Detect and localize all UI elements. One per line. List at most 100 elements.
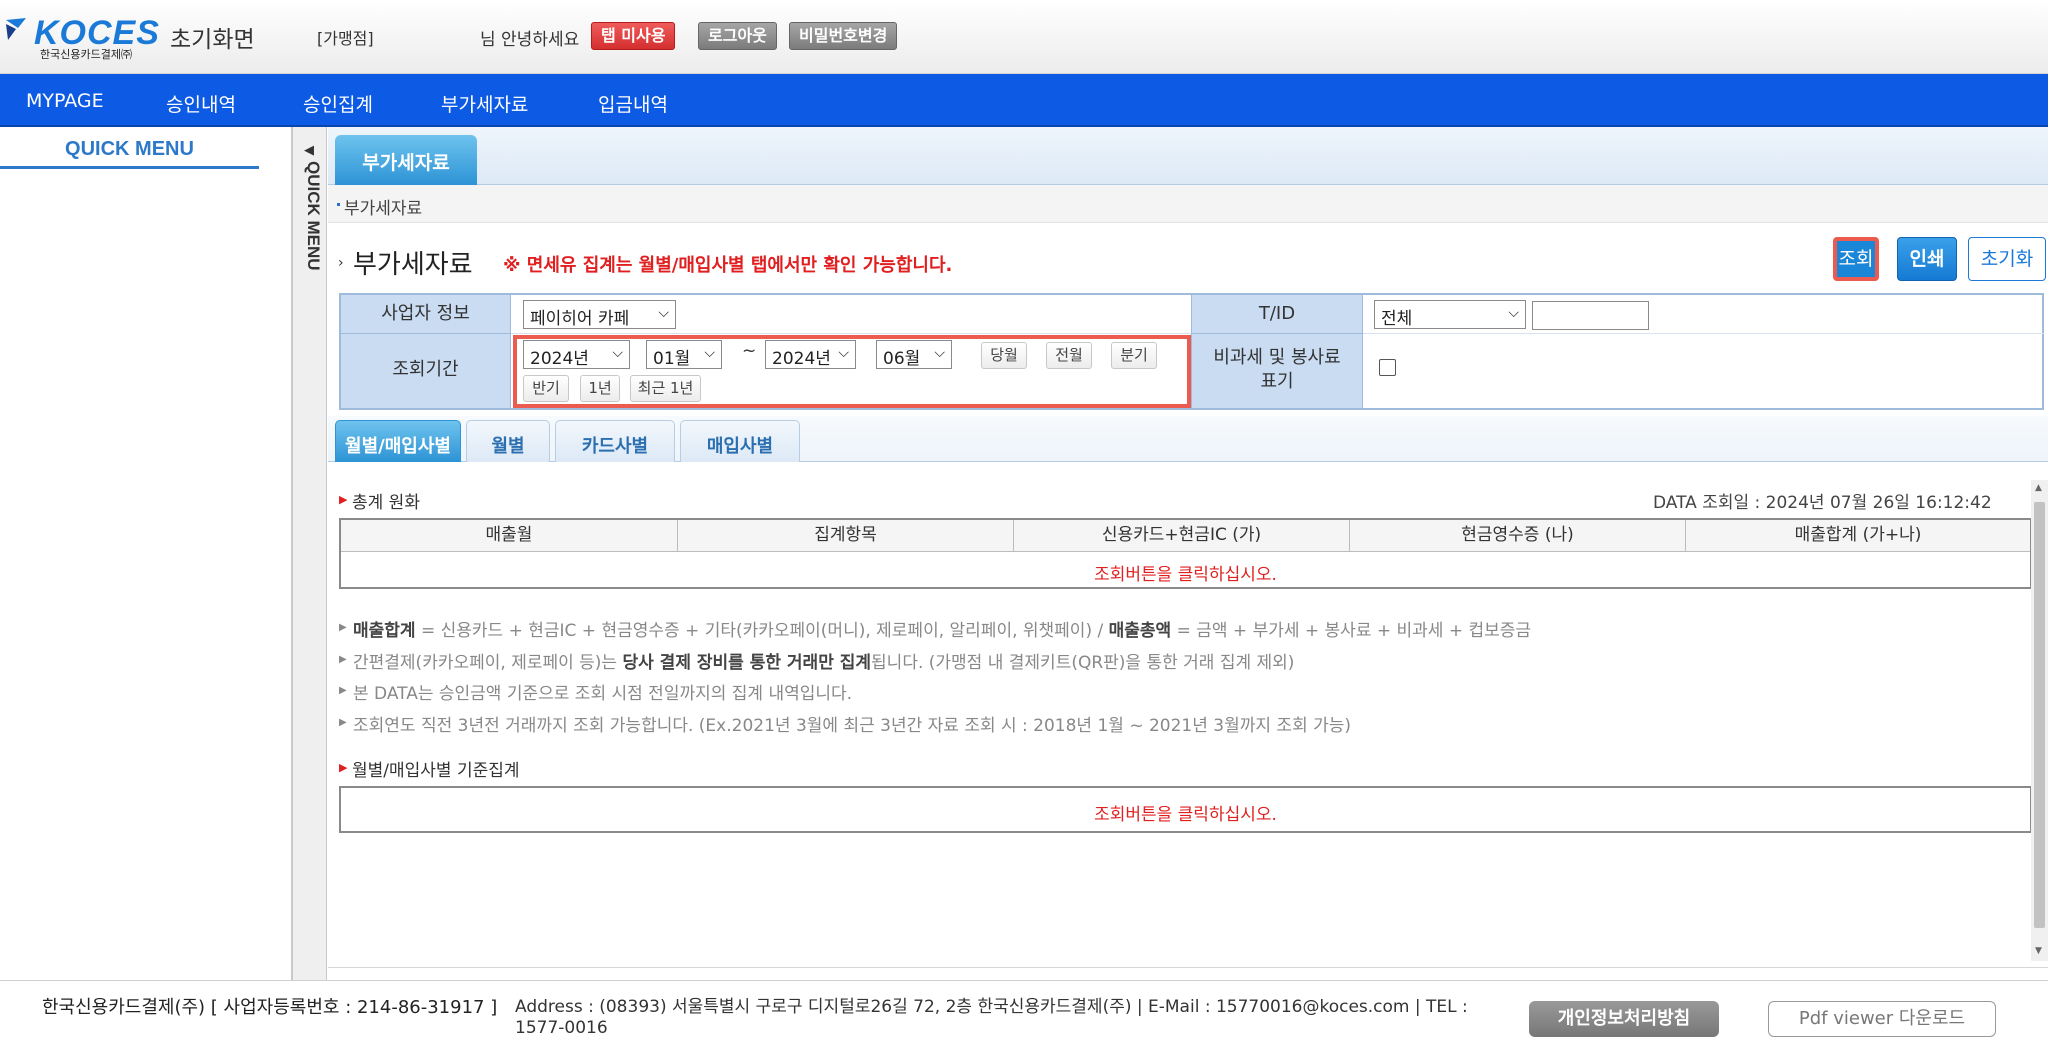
note-bullet-icon: ▶: [339, 717, 347, 728]
pdf-viewer-download-button[interactable]: Pdf viewer 다운로드: [1768, 1001, 1996, 1037]
start-month-value: 01월: [653, 349, 691, 369]
content-scrollbar[interactable]: ▲ ▼: [2031, 480, 2048, 961]
koces-logo-icon: [6, 18, 26, 40]
tab-by-card-company[interactable]: 카드사별: [555, 420, 675, 462]
scroll-down-icon[interactable]: ▼: [2035, 946, 2042, 956]
note-text: = 신용카드 + 현금IC + 현금영수증 + 기타(카카오페이(머니), 제로…: [415, 621, 1109, 641]
period-half-year-button[interactable]: 반기: [523, 375, 569, 402]
note-bullet-icon: ▶: [339, 685, 347, 696]
detail-table: 조회버튼을 클릭하십시오.: [339, 786, 2032, 833]
note-line: 간편결제(카카오페이, 제로페이 등)는 당사 결제 장비를 통한 거래만 집계…: [353, 648, 1294, 673]
tab-vat-data[interactable]: 부가세자료: [335, 135, 477, 185]
tid-select[interactable]: 전체 ⌵: [1374, 300, 1526, 329]
start-year-select[interactable]: 2024년 ⌵: [523, 340, 630, 369]
tax-free-label-line1: 비과세 및 봉사료: [1213, 347, 1341, 368]
nav-mypage[interactable]: MYPAGE: [26, 90, 104, 112]
end-month-select[interactable]: 06월 ⌵: [876, 340, 952, 369]
main-nav: MYPAGE 승인내역 승인집계 부가세자료 입금내역: [0, 74, 2048, 127]
privacy-policy-button[interactable]: 개인정보처리방침: [1529, 1001, 1719, 1037]
footer-address: Address : (08393) 서울특별시 구로구 디지털로26길 72, …: [515, 997, 1468, 1038]
chevron-down-icon: ⌵: [658, 305, 669, 321]
koces-logo[interactable]: KOCES 한국신용카드결제㈜: [4, 12, 164, 61]
period-quarter-button[interactable]: 분기: [1111, 342, 1157, 369]
chevron-down-icon: ⌵: [612, 345, 623, 361]
nav-vat-data[interactable]: 부가세자료: [441, 90, 528, 117]
chevron-down-icon: ⌵: [1508, 305, 1519, 321]
tax-free-label: 비과세 및 봉사료 표기: [1191, 334, 1363, 408]
column-header: 매출월: [341, 520, 678, 552]
logout-button[interactable]: 로그아웃: [698, 22, 777, 50]
detail-heading: 월별/매입사별 기준집계: [352, 761, 520, 781]
logo-subtitle: 한국신용카드결제㈜: [40, 48, 132, 61]
section-bullet-icon: ▶: [339, 493, 348, 506]
search-form: 사업자 정보 조회기간 T/ID 비과세 및 봉사료 표기 페이히어 카페 ⌵ …: [339, 293, 2044, 410]
breadcrumb-item: 부가세자료: [344, 199, 423, 219]
note-text: 됩니다. (가맹점 내 결제키트(QR판)을 통한 거래 집계 제외): [871, 653, 1295, 673]
page-title: 부가세자료: [353, 250, 473, 280]
tab-monthly-by-acquirer[interactable]: 월별/매입사별: [335, 420, 461, 462]
tid-select-value: 전체: [1381, 309, 1413, 329]
title-chevron-icon: ›: [338, 255, 344, 271]
search-button[interactable]: 조회: [1833, 237, 1879, 281]
column-header: 현금영수증 (나): [1350, 520, 1686, 552]
nav-approval-history[interactable]: 승인내역: [166, 90, 236, 117]
start-month-select[interactable]: 01월 ⌵: [646, 340, 722, 369]
note-bullet-icon: ▶: [339, 622, 347, 633]
empty-message: 조회버튼을 클릭하십시오.: [1094, 805, 1277, 825]
view-tabs: 월별/매입사별 월별 카드사별 매입사별: [328, 416, 2048, 462]
note-text: 조회연도 직전 3년전 거래까지 조회 가능합니다. (Ex.2021년 3월에…: [353, 716, 1352, 736]
greeting-text: 님 안녕하세요: [480, 30, 580, 50]
print-button[interactable]: 인쇄: [1897, 237, 1957, 281]
column-header: 매출합계 (가+나): [1686, 520, 2030, 552]
period-previous-month-button[interactable]: 전월: [1046, 342, 1092, 369]
note-bold: 매출합계: [353, 621, 416, 641]
tax-free-fuel-notice: ※ 면세유 집계는 월별/매입사별 탭에서만 확인 가능합니다.: [503, 255, 953, 276]
breadcrumb: 부가세자료: [328, 185, 2048, 223]
quick-menu-toggle[interactable]: ◀ QUICK MENU: [292, 127, 327, 980]
section-bullet-icon: ▶: [339, 761, 348, 774]
scrollbar-thumb[interactable]: [2034, 502, 2045, 928]
column-header: 신용카드+현금IC (가): [1014, 520, 1350, 552]
summary-table: 매출월 집계항목 신용카드+현금IC (가) 현금영수증 (나) 매출합계 (가…: [339, 518, 2032, 589]
change-password-button[interactable]: 비밀번호변경: [789, 22, 898, 50]
range-separator: ~: [742, 341, 757, 361]
note-bullet-icon: ▶: [339, 654, 347, 665]
note-bold: 당사 결제 장비를 통한 거래만 집계: [622, 653, 872, 673]
tax-free-label-line2: 표기: [1260, 371, 1294, 392]
period-label: 조회기간: [341, 334, 511, 408]
business-select[interactable]: 페이히어 카페 ⌵: [523, 300, 676, 329]
note-bold: 매출총액: [1108, 621, 1172, 641]
period-current-month-button[interactable]: 당월: [981, 342, 1027, 369]
store-label: [가맹점]: [317, 29, 374, 48]
period-recent-year-button[interactable]: 최근 1년: [630, 375, 701, 402]
tab-unused-button[interactable]: 탭 미사용: [591, 22, 676, 50]
nav-approval-summary[interactable]: 승인집계: [303, 90, 373, 117]
tax-free-checkbox[interactable]: [1379, 359, 1396, 376]
reset-button[interactable]: 초기화: [1968, 237, 2046, 281]
note-line: 매출합계 = 신용카드 + 현금IC + 현금영수증 + 기타(카카오페이(머니…: [353, 616, 1531, 641]
business-select-value: 페이히어 카페: [530, 309, 630, 329]
tid-label: T/ID: [1191, 295, 1363, 334]
header: KOCES 한국신용카드결제㈜ 초기화면 [가맹점] 님 안녕하세요 탭 미사용…: [0, 0, 2048, 74]
chevron-down-icon: ⌵: [704, 345, 715, 361]
home-title-link[interactable]: 초기화면: [170, 20, 255, 54]
main-content: 부가세자료 부가세자료 › 부가세자료 ※ 면세유 집계는 월별/매입사별 탭에…: [328, 127, 2048, 980]
scroll-up-icon[interactable]: ▲: [2035, 483, 2042, 493]
business-info-label: 사업자 정보: [341, 295, 511, 334]
tab-monthly[interactable]: 월별: [466, 420, 550, 462]
tab-by-acquirer[interactable]: 매입사별: [680, 420, 800, 462]
start-year-value: 2024년: [530, 349, 589, 369]
end-year-value: 2024년: [772, 349, 831, 369]
divider: [328, 967, 2048, 968]
quick-menu-toggle-label: QUICK MENU: [304, 161, 323, 271]
page-tabbar: 부가세자료: [328, 127, 2048, 185]
nav-deposit-history[interactable]: 입금내역: [598, 90, 668, 117]
quick-menu-sidebar: QUICK MENU: [0, 127, 292, 980]
note-text: 본 DATA는 승인금액 기준으로 조회 시점 전일까지의 집계 내역입니다.: [353, 684, 853, 704]
data-query-date: DATA 조회일 : 2024년 07월 26일 16:12:42: [1653, 493, 1992, 513]
collapse-left-icon: ◀: [304, 143, 314, 158]
tid-input[interactable]: [1532, 301, 1649, 330]
end-year-select[interactable]: 2024년 ⌵: [765, 340, 856, 369]
period-one-year-button[interactable]: 1년: [580, 375, 620, 402]
row-divider: [511, 333, 1191, 334]
